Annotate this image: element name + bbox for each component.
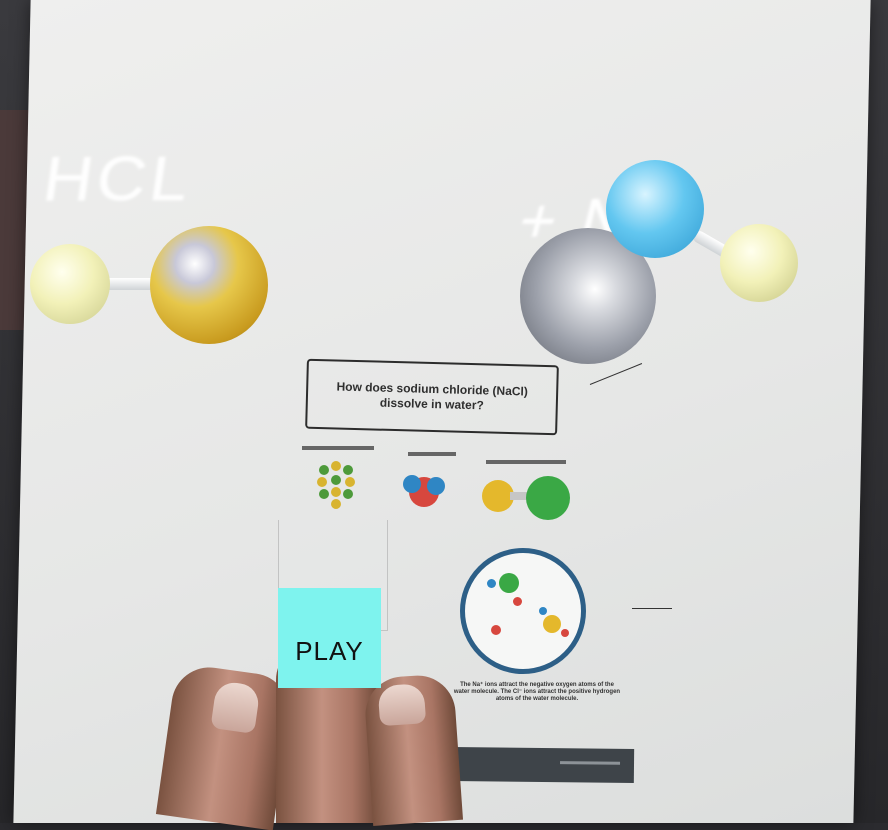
chlorine-atom[interactable] [150,226,268,344]
dissolving-diagram [460,548,586,674]
diagram-caption: The Na⁺ ions attract the negative oxygen… [453,682,621,702]
molecule-label-mark [486,460,566,464]
nitrogen-atom[interactable] [606,160,704,258]
worksheet-question: How does sodium chloride (NaCl) dissolve… [305,358,559,436]
play-button[interactable]: PLAY [278,588,381,688]
arrow-mark-left [632,608,672,609]
worksheet-footer-bar [451,747,635,783]
hydrogen-atom-right[interactable] [720,224,798,302]
crystal-label-mark [302,446,374,450]
ar-label-hcl: HCL [39,144,197,214]
finger-left [155,662,295,830]
finger-right [362,673,464,826]
water-label-mark [408,452,456,456]
sodium-chloride-molecule-icon [482,476,570,520]
crystal-lattice-icon [317,461,355,509]
water-molecule-icon [403,475,445,507]
hydrogen-atom[interactable] [30,244,110,324]
